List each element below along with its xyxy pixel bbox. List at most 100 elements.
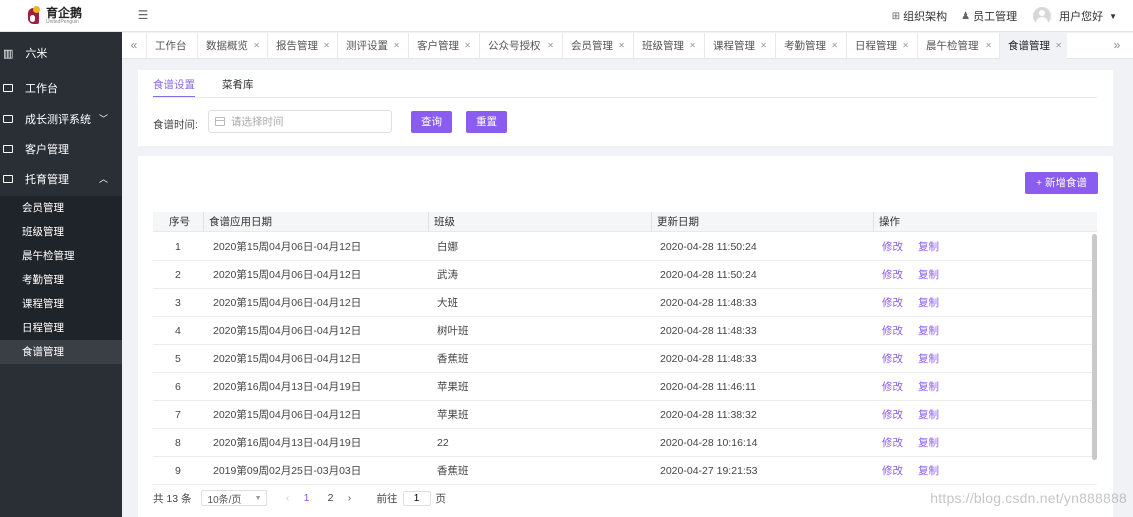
sidebar-sub-class[interactable]: 班级管理 bbox=[0, 220, 122, 244]
cell-index: 5 bbox=[175, 353, 181, 365]
cell-class: 香蕉班 bbox=[437, 465, 469, 477]
user-greeting[interactable]: 用户您好 bbox=[1059, 8, 1103, 24]
edit-link[interactable]: 修改 bbox=[882, 429, 903, 457]
tab-customer[interactable]: 客户管理 ✕ bbox=[408, 33, 476, 59]
copy-link[interactable]: 复制 bbox=[918, 401, 939, 429]
user-dropdown-caret-icon[interactable]: ▼ bbox=[1109, 12, 1117, 21]
sidebar-item-growth-assessment[interactable]: 成长测评系统 ﹀ bbox=[0, 104, 122, 134]
close-icon[interactable]: ✕ bbox=[1055, 33, 1062, 59]
cell-date-range: 2020第16周04月13日-04月19日 bbox=[213, 381, 362, 393]
tabs-scroll-right-icon[interactable]: » bbox=[1107, 33, 1127, 59]
sidebar-sub-course[interactable]: 课程管理 bbox=[0, 292, 122, 316]
tab-report[interactable]: 报告管理 ✕ bbox=[267, 33, 335, 59]
sidebar-item-customer[interactable]: 客户管理 bbox=[0, 134, 122, 164]
sidebar-sub-schedule[interactable]: 日程管理 bbox=[0, 316, 122, 340]
close-icon[interactable]: ✕ bbox=[760, 33, 767, 59]
query-button[interactable]: 查询 bbox=[411, 111, 452, 133]
edit-link[interactable]: 修改 bbox=[882, 317, 903, 345]
copy-link[interactable]: 复制 bbox=[918, 317, 939, 345]
page-2[interactable]: 2 bbox=[319, 492, 343, 504]
close-icon[interactable]: ✕ bbox=[547, 33, 554, 59]
pagination: 共 13 条 10条/页 ▼ ‹ 1 2 › 前往 页 bbox=[153, 489, 446, 507]
cell-class: 香蕉班 bbox=[437, 353, 469, 365]
watermark: https://blog.csdn.net/yn888888 bbox=[930, 490, 1127, 506]
copy-link[interactable]: 复制 bbox=[918, 457, 939, 485]
table-scrollbar[interactable] bbox=[1092, 234, 1097, 460]
close-icon[interactable]: ✕ bbox=[393, 33, 400, 59]
subtab-dish-library[interactable]: 菜肴库 bbox=[222, 78, 254, 98]
edit-link[interactable]: 修改 bbox=[882, 345, 903, 373]
cell-updated: 2020-04-28 11:46:11 bbox=[660, 381, 756, 393]
tab-recipe[interactable]: 食谱管理 ✕ bbox=[999, 33, 1067, 59]
page-suffix: 页 bbox=[435, 492, 447, 505]
avatar[interactable] bbox=[1033, 7, 1052, 25]
edit-link[interactable]: 修改 bbox=[882, 289, 903, 317]
edit-link[interactable]: 修改 bbox=[882, 233, 903, 261]
close-icon[interactable]: ✕ bbox=[689, 33, 696, 59]
page-1[interactable]: 1 bbox=[295, 492, 319, 504]
col-class: 班级 bbox=[428, 212, 455, 232]
copy-link[interactable]: 复制 bbox=[918, 345, 939, 373]
close-icon[interactable]: ✕ bbox=[902, 33, 909, 59]
staff-management-link[interactable]: ♟ 员工管理 bbox=[961, 8, 1017, 24]
cell-index: 3 bbox=[175, 297, 181, 309]
tab-data-overview[interactable]: 数据概览 ✕ bbox=[197, 33, 265, 59]
brand-logo[interactable]: 育企鹅 UnitedPenguin bbox=[26, 4, 122, 28]
tab-attendance[interactable]: 考勤管理 ✕ bbox=[775, 33, 843, 59]
sidebar-item-workbench[interactable]: 工作台 bbox=[0, 73, 122, 103]
cell-date-range: 2020第15周04月06日-04月12日 bbox=[213, 325, 362, 337]
people-icon: ♟ bbox=[961, 10, 971, 22]
menu-collapse-icon[interactable]: ☰ bbox=[136, 8, 150, 22]
edit-link[interactable]: 修改 bbox=[882, 401, 903, 429]
brand-name: 育企鹅 bbox=[46, 6, 83, 20]
org-structure-link[interactable]: ⊞ 组织架构 bbox=[892, 8, 947, 24]
sidebar-item-nursery[interactable]: 托育管理 ︿ bbox=[0, 164, 122, 194]
goto-page-input[interactable] bbox=[402, 490, 431, 506]
cell-index: 4 bbox=[175, 325, 181, 337]
table-row: 4 2020第15周04月06日-04月12日 树叶班 2020-04-28 11:4… bbox=[153, 317, 1097, 345]
cell-index: 6 bbox=[175, 381, 181, 393]
edit-link[interactable]: 修改 bbox=[882, 373, 903, 401]
recipe-time-picker[interactable]: 请选择时间 bbox=[208, 110, 392, 133]
brand-name-en: UnitedPenguin bbox=[46, 19, 79, 25]
edit-link[interactable]: 修改 bbox=[882, 261, 903, 289]
page-size-select[interactable]: 10条/页 ▼ bbox=[200, 490, 267, 506]
close-icon[interactable]: ✕ bbox=[464, 33, 471, 59]
cell-index: 7 bbox=[175, 409, 181, 421]
copy-link[interactable]: 复制 bbox=[918, 261, 939, 289]
copy-link[interactable]: 复制 bbox=[918, 289, 939, 317]
tab-health-check[interactable]: 晨午检管理 ✕ bbox=[917, 33, 997, 59]
tabs-scroll-left-icon[interactable]: « bbox=[124, 33, 144, 59]
close-icon[interactable]: ✕ bbox=[985, 33, 992, 59]
edit-link[interactable]: 修改 bbox=[882, 457, 903, 485]
folder-icon bbox=[3, 145, 13, 153]
cell-date-range: 2019第09周02月25日-03月03日 bbox=[213, 465, 362, 477]
sidebar-sub-health-check[interactable]: 晨午检管理 bbox=[0, 244, 122, 268]
table-row: 7 2020第15周04月06日-04月12日 苹果班 2020-04-28 11:3… bbox=[153, 401, 1097, 429]
tab-course[interactable]: 课程管理 ✕ bbox=[704, 33, 772, 59]
close-icon[interactable]: ✕ bbox=[253, 33, 260, 59]
reset-button[interactable]: 重置 bbox=[466, 111, 507, 133]
copy-link[interactable]: 复制 bbox=[918, 373, 939, 401]
cell-class: 苹果班 bbox=[437, 381, 469, 393]
close-icon[interactable]: ✕ bbox=[618, 33, 625, 59]
add-recipe-button[interactable]: + 新增食谱 bbox=[1025, 172, 1098, 194]
tab-workbench[interactable]: 工作台 bbox=[146, 33, 195, 59]
cell-updated: 2020-04-28 11:50:24 bbox=[660, 241, 757, 253]
close-icon[interactable]: ✕ bbox=[831, 33, 838, 59]
prev-page-icon[interactable]: ‹ bbox=[281, 492, 295, 504]
tab-assessment-settings[interactable]: 测评设置 ✕ bbox=[337, 33, 405, 59]
sidebar-sub-member[interactable]: 会员管理 bbox=[0, 196, 122, 220]
tab-member[interactable]: 会员管理 ✕ bbox=[562, 33, 630, 59]
tab-wechat-auth[interactable]: 公众号授权 ✕ bbox=[479, 33, 559, 59]
close-icon[interactable]: ✕ bbox=[323, 33, 330, 59]
sidebar-brand[interactable]: ▥ 六米 bbox=[0, 38, 122, 68]
tab-class[interactable]: 班级管理 ✕ bbox=[633, 33, 701, 59]
tab-schedule[interactable]: 日程管理 ✕ bbox=[846, 33, 914, 59]
next-page-icon[interactable]: › bbox=[343, 492, 357, 504]
sidebar-sub-recipe[interactable]: 食谱管理 bbox=[0, 340, 122, 364]
copy-link[interactable]: 复制 bbox=[918, 429, 939, 457]
sidebar-sub-attendance[interactable]: 考勤管理 bbox=[0, 268, 122, 292]
subtab-recipe-settings[interactable]: 食谱设置 bbox=[153, 78, 195, 98]
copy-link[interactable]: 复制 bbox=[918, 233, 939, 261]
